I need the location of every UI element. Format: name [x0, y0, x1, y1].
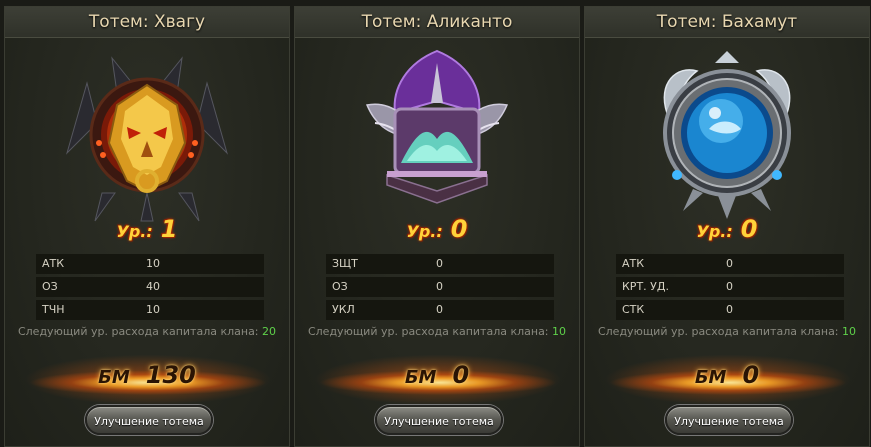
- bm-label: БМ: [404, 367, 437, 388]
- stat-row: ОЗ 0: [326, 277, 554, 297]
- totem-card-hwagu: Тотем: Хвагу Ур.: 1 АТК 10 ОЗ 40 ТЧН 10 …: [4, 6, 290, 447]
- stat-value: 0: [436, 280, 443, 293]
- stat-name: ОЗ: [332, 280, 348, 293]
- stat-value: 0: [726, 303, 733, 316]
- stat-name: АТК: [42, 257, 65, 270]
- stat-row: СТК 0: [616, 300, 844, 320]
- totem-card-alicanto: Тотем: Аликанто Ур.: 0 ЗЩТ 0 ОЗ 0 УКЛ 0 След…: [294, 6, 580, 447]
- bm-value: 130: [145, 361, 196, 389]
- level-label: Ур.:: [406, 222, 443, 241]
- stat-name: КРТ. УД.: [622, 280, 669, 293]
- next-level-value: 10: [552, 325, 567, 338]
- next-level-cost: Следующий ур. расхода капитала клана: 20: [5, 325, 289, 338]
- stat-row: ЗЩТ 0: [326, 254, 554, 274]
- upgrade-totem-button[interactable]: Улучшение тотема: [665, 405, 793, 435]
- upgrade-totem-button[interactable]: Улучшение тотема: [375, 405, 503, 435]
- level-display: Ур.: 0: [585, 215, 869, 243]
- next-level-label: Следующий ур. расхода капитала клана:: [17, 325, 259, 338]
- stat-name: СТК: [622, 303, 645, 316]
- next-level-label: Следующий ур. расхода капитала клана:: [597, 325, 839, 338]
- bm-value: 0: [452, 361, 470, 389]
- totem-card-bahamut: Тотем: Бахамут Ур.: 0 АТК 0 КРТ. УД. 0 СТК 0…: [584, 6, 870, 447]
- battle-power: БМ 130: [5, 361, 289, 389]
- bahamut-water-orb-icon: [637, 43, 817, 223]
- level-label: Ур.:: [116, 222, 153, 241]
- totem-title: Тотем: Бахамут: [585, 7, 869, 38]
- stat-name: АТК: [622, 257, 645, 270]
- hwagu-demon-mask-icon: [57, 43, 237, 223]
- stats-table: АТК 10 ОЗ 40 ТЧН 10: [36, 254, 264, 323]
- stat-row: АТК 0: [616, 254, 844, 274]
- stat-value: 10: [146, 303, 160, 316]
- battle-power: БМ 0: [295, 361, 579, 389]
- battle-power: БМ 0: [585, 361, 869, 389]
- level-display: Ур.: 1: [5, 215, 289, 243]
- totem-title: Тотем: Хвагу: [5, 7, 289, 38]
- level-label: Ур.:: [696, 222, 733, 241]
- stat-name: УКЛ: [332, 303, 355, 316]
- totem-title: Тотем: Аликанто: [295, 7, 579, 38]
- next-level-value: 10: [842, 325, 857, 338]
- stat-name: ТЧН: [42, 303, 65, 316]
- stat-row: ОЗ 40: [36, 277, 264, 297]
- level-value: 1: [160, 215, 178, 243]
- stats-table: АТК 0 КРТ. УД. 0 СТК 0: [616, 254, 844, 323]
- next-level-label: Следующий ур. расхода капитала клана:: [307, 325, 549, 338]
- upgrade-totem-button[interactable]: Улучшение тотема: [85, 405, 213, 435]
- stat-name: ОЗ: [42, 280, 58, 293]
- stat-name: ЗЩТ: [332, 257, 358, 270]
- stat-value: 0: [726, 257, 733, 270]
- next-level-value: 20: [262, 325, 277, 338]
- stat-row: ТЧН 10: [36, 300, 264, 320]
- level-value: 0: [740, 215, 758, 243]
- next-level-cost: Следующий ур. расхода капитала клана: 10: [295, 325, 579, 338]
- next-level-cost: Следующий ур. расхода капитала клана: 10: [585, 325, 869, 338]
- level-display: Ур.: 0: [295, 215, 579, 243]
- alicanto-winged-book-icon: [347, 43, 527, 223]
- stat-row: УКЛ 0: [326, 300, 554, 320]
- stat-value: 10: [146, 257, 160, 270]
- stat-row: КРТ. УД. 0: [616, 277, 844, 297]
- bm-label: БМ: [694, 367, 727, 388]
- stats-table: ЗЩТ 0 ОЗ 0 УКЛ 0: [326, 254, 554, 323]
- stat-value: 40: [146, 280, 160, 293]
- stat-row: АТК 10: [36, 254, 264, 274]
- stat-value: 0: [436, 257, 443, 270]
- bm-label: БМ: [98, 367, 130, 388]
- stat-value: 0: [436, 303, 443, 316]
- stat-value: 0: [726, 280, 733, 293]
- bm-value: 0: [742, 361, 760, 389]
- level-value: 0: [450, 215, 468, 243]
